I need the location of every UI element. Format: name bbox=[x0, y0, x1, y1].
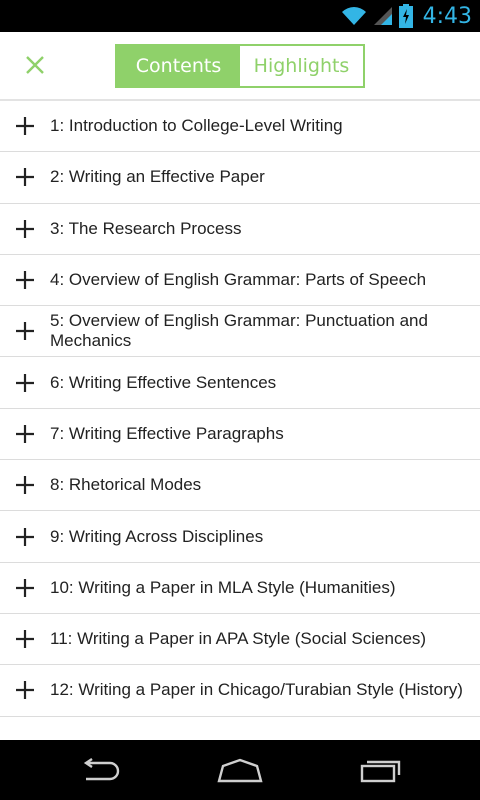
list-item-label: 11: Writing a Paper in APA Style (Social… bbox=[50, 629, 427, 649]
list-item[interactable]: 12: Writing a Paper in Chicago/Turabian … bbox=[0, 665, 480, 717]
list-item[interactable]: 3: The Research Process bbox=[0, 204, 480, 255]
home-icon bbox=[217, 758, 263, 783]
list-item-label: 8: Rhetorical Modes bbox=[50, 475, 202, 495]
close-button[interactable] bbox=[18, 48, 52, 82]
list-item-label: 3: The Research Process bbox=[50, 218, 242, 238]
expand-plus-icon[interactable] bbox=[14, 679, 36, 701]
expand-plus-icon[interactable] bbox=[14, 577, 36, 599]
status-bar: 4:43 bbox=[0, 0, 480, 32]
list-item[interactable]: 1: Introduction to College-Level Writing bbox=[0, 101, 480, 153]
list-item[interactable]: 6: Writing Effective Sentences bbox=[0, 357, 480, 409]
expand-plus-icon[interactable] bbox=[14, 526, 36, 548]
expand-plus-icon[interactable] bbox=[14, 166, 36, 188]
list-item-label: 9: Writing Across Disciplines bbox=[50, 526, 264, 546]
back-button[interactable] bbox=[70, 752, 130, 788]
status-time: 4:43 bbox=[422, 3, 472, 29]
wifi-icon bbox=[341, 7, 366, 25]
list-item[interactable]: 5: Overview of English Grammar: Punctuat… bbox=[0, 306, 480, 358]
navigation-bar bbox=[0, 740, 480, 800]
expand-plus-icon[interactable] bbox=[14, 115, 36, 137]
list-item[interactable]: 4: Overview of English Grammar: Parts of… bbox=[0, 255, 480, 307]
list-item-label: 7: Writing Effective Paragraphs bbox=[50, 423, 284, 443]
list-item[interactable]: 8: Rhetorical Modes bbox=[0, 460, 480, 512]
list-item-label: 1: Introduction to College-Level Writing bbox=[50, 116, 343, 136]
list-item-label: 10: Writing a Paper in MLA Style (Humani… bbox=[50, 577, 396, 597]
expand-plus-icon[interactable] bbox=[14, 320, 36, 342]
home-button[interactable] bbox=[210, 752, 270, 788]
recent-apps-button[interactable] bbox=[350, 752, 410, 788]
list-item-label: 2: Writing an Effective Paper bbox=[50, 167, 265, 187]
expand-plus-icon[interactable] bbox=[14, 628, 36, 650]
expand-plus-icon[interactable] bbox=[14, 269, 36, 291]
battery-charging-icon bbox=[398, 4, 413, 28]
close-icon bbox=[26, 56, 44, 74]
list-item[interactable]: 9: Writing Across Disciplines bbox=[0, 511, 480, 563]
expand-plus-icon[interactable] bbox=[14, 372, 36, 394]
tab-contents[interactable]: Contents bbox=[117, 46, 240, 86]
list-item[interactable]: 10: Writing a Paper in MLA Style (Humani… bbox=[0, 563, 480, 614]
recent-apps-icon bbox=[360, 760, 401, 783]
contents-list: 1: Introduction to College-Level Writing… bbox=[0, 101, 480, 717]
toc-header: Contents Highlights bbox=[0, 32, 480, 101]
list-item[interactable]: 2: Writing an Effective Paper bbox=[0, 152, 480, 204]
list-item[interactable]: 11: Writing a Paper in APA Style (Social… bbox=[0, 614, 480, 666]
tab-highlights[interactable]: Highlights bbox=[240, 46, 363, 86]
list-item-label: 5: Overview of English Grammar: Punctuat… bbox=[50, 311, 428, 351]
back-icon bbox=[83, 758, 120, 781]
tab-switcher: Contents Highlights bbox=[115, 44, 365, 88]
signal-icon bbox=[373, 7, 392, 25]
expand-plus-icon[interactable] bbox=[14, 423, 36, 445]
list-item-label: 12: Writing a Paper in Chicago/Turabian … bbox=[50, 680, 463, 700]
list-item-label: 6: Writing Effective Sentences bbox=[50, 372, 277, 392]
expand-plus-icon[interactable] bbox=[14, 474, 36, 496]
expand-plus-icon[interactable] bbox=[14, 218, 36, 240]
list-item[interactable]: 7: Writing Effective Paragraphs bbox=[0, 409, 480, 461]
list-item-label: 4: Overview of English Grammar: Parts of… bbox=[50, 270, 427, 290]
